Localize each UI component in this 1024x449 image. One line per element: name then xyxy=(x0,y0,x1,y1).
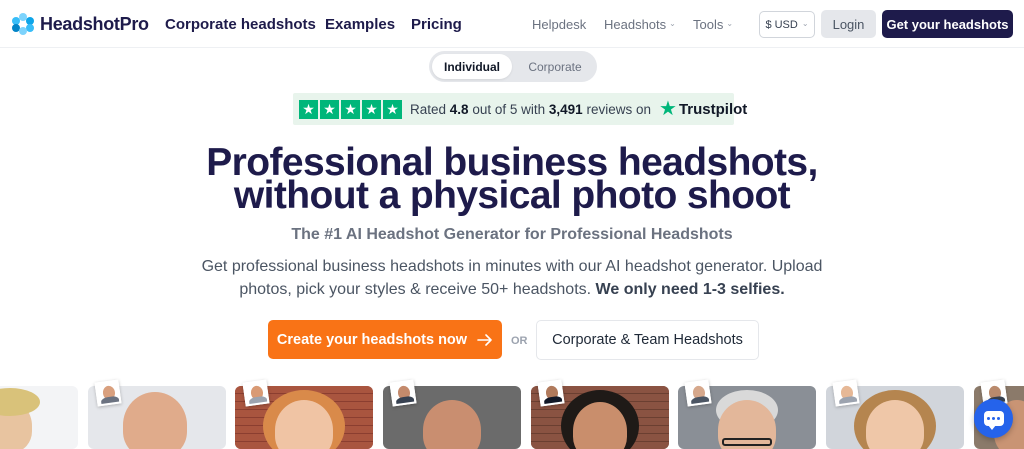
rating-stars: ★ ★ ★ ★ ★ xyxy=(299,99,402,119)
nav-dropdown-tools-label: Tools xyxy=(693,17,724,32)
toggle-individual[interactable]: Individual xyxy=(432,54,512,79)
nav-link-corporate-headshots[interactable]: Corporate headshots xyxy=(165,16,316,33)
create-headshots-button[interactable]: Create your headshots now xyxy=(268,320,502,359)
nav-dropdown-headshots[interactable]: Headshots ⌄ xyxy=(604,17,676,32)
arrow-right-icon xyxy=(477,333,492,346)
star-icon: ★ xyxy=(341,99,360,119)
hero-description-bold: We only need 1-3 selfies. xyxy=(595,281,785,298)
chat-icon xyxy=(983,411,1004,430)
selfie-thumbnail xyxy=(684,379,712,407)
star-icon: ★ xyxy=(299,99,318,119)
trustpilot-star-icon: ★ xyxy=(659,98,677,120)
currency-value: $ USD xyxy=(765,18,798,31)
rating-value: 4.8 xyxy=(449,101,469,117)
create-headshots-label: Create your headshots now xyxy=(276,331,468,348)
audience-toggle: Individual Corporate xyxy=(429,51,597,82)
star-icon: ★ xyxy=(320,99,339,119)
selfie-thumbnail xyxy=(242,379,270,407)
trustpilot-banner[interactable]: ★ ★ ★ ★ ★ Rated 4.8 out of 5 with 3,491 … xyxy=(293,93,747,125)
hero-subtitle: The #1 AI Headshot Generator for Profess… xyxy=(291,226,733,243)
hero-title-line-2: without a physical photo shoot xyxy=(233,174,791,217)
hero-description-line-2: photos, pick your styles & receive 50+ h… xyxy=(0,281,1024,299)
get-your-headshots-button[interactable]: Get your headshots xyxy=(882,10,1013,38)
selfie-thumbnail xyxy=(537,379,565,407)
selfie-thumbnail xyxy=(832,379,860,407)
or-separator: OR xyxy=(511,335,528,347)
hero-description-line-1: Get professional business headshots in m… xyxy=(201,258,823,275)
nav-dropdown-headshots-label: Headshots xyxy=(604,17,667,32)
trustpilot-logo: ★ Trustpilot xyxy=(659,99,747,119)
nav-link-examples[interactable]: Examples xyxy=(325,16,395,33)
chat-launcher-button[interactable] xyxy=(974,399,1013,438)
top-navigation: HeadshotPro Corporate headshots Examples… xyxy=(0,0,1024,48)
review-count: 3,491 xyxy=(548,101,583,117)
star-icon: ★ xyxy=(362,99,381,119)
nav-dropdown-tools[interactable]: Tools ⌄ xyxy=(693,17,733,32)
nav-link-helpdesk[interactable]: Helpdesk xyxy=(532,17,586,32)
chevron-down-icon: ⌄ xyxy=(669,19,676,28)
rating-prefix: Rated xyxy=(410,101,447,117)
hero-description-text: photos, pick your styles & receive 50+ h… xyxy=(239,281,592,298)
logo[interactable]: HeadshotPro xyxy=(12,12,149,36)
selfie-thumbnail xyxy=(389,379,417,407)
currency-select[interactable]: $ USD ⌄ xyxy=(759,11,815,38)
corporate-team-headshots-button[interactable]: Corporate & Team Headshots xyxy=(536,320,759,360)
trustpilot-brand: Trustpilot xyxy=(678,100,748,118)
chevron-down-icon: ⌄ xyxy=(801,19,809,28)
rating-text: Rated 4.8 out of 5 with 3,491 reviews on xyxy=(410,102,651,117)
example-headshot-photo xyxy=(0,386,78,449)
brand-name: HeadshotPro xyxy=(40,13,149,34)
chevron-down-icon: ⌄ xyxy=(726,19,734,28)
star-icon: ★ xyxy=(383,99,402,119)
toggle-corporate[interactable]: Corporate xyxy=(517,54,593,79)
selfie-thumbnail xyxy=(94,379,122,407)
nav-link-pricing[interactable]: Pricing xyxy=(411,16,462,33)
nav-link-helpdesk-label: Helpdesk xyxy=(532,17,587,32)
login-button[interactable]: Login xyxy=(821,10,876,38)
rating-suffix: reviews on xyxy=(586,101,651,117)
rating-middle: out of 5 with xyxy=(472,101,546,117)
logo-mark-icon xyxy=(12,13,34,35)
